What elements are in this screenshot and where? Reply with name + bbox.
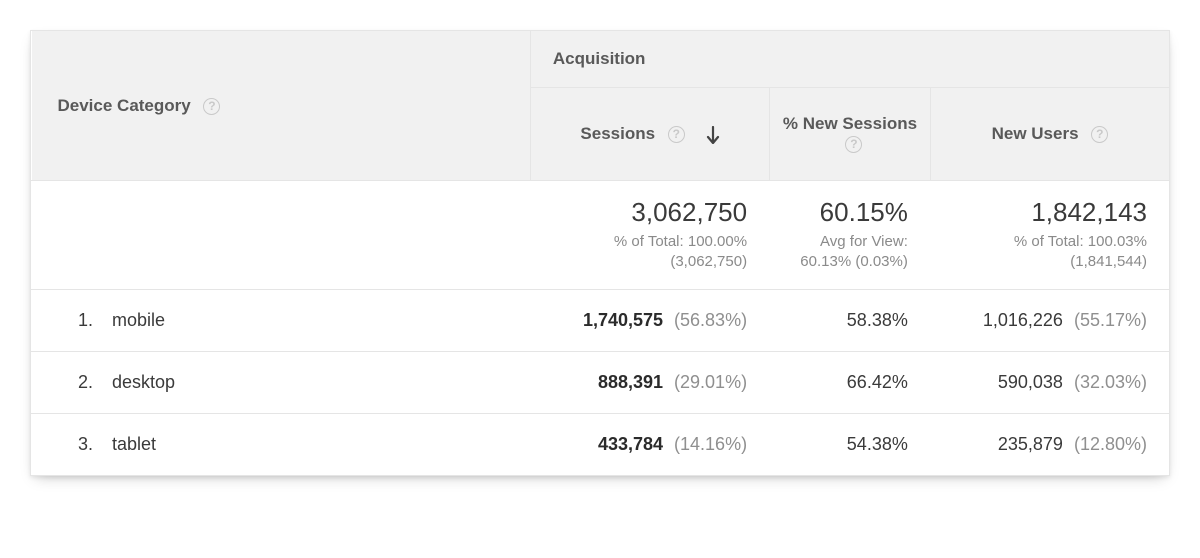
summary-new-users-sub2: (1,841,544) [941, 252, 1147, 272]
row-new-users: 1,016,226 (55.17%) [930, 289, 1169, 351]
table-row[interactable]: 2. desktop 888,391 (29.01%) 66.42% 590,0… [32, 351, 1170, 413]
col-header-device-category[interactable]: Device Category ? [32, 31, 531, 181]
row-sessions: 1,740,575 (56.83%) [530, 289, 769, 351]
summary-pct-new-value: 60.15% [780, 197, 908, 228]
col-header-new-users-label: New Users [992, 124, 1079, 143]
table-row[interactable]: 1. mobile 1,740,575 (56.83%) 58.38% 1,01… [32, 289, 1170, 351]
summary-new-users-value: 1,842,143 [941, 197, 1147, 228]
summary-blank [32, 181, 531, 290]
col-header-device-category-label: Device Category [58, 96, 191, 115]
help-icon[interactable]: ? [1091, 126, 1108, 143]
row-sessions-pct: (14.16%) [674, 434, 747, 454]
summary-new-users-sub1: % of Total: 100.03% [941, 232, 1147, 252]
col-header-pct-new-sessions-label: % New Sessions [783, 114, 917, 133]
summary-sessions-sub1: % of Total: 100.00% [541, 232, 747, 252]
row-new-users-value: 590,038 [998, 372, 1063, 392]
row-index: 1. [32, 289, 102, 351]
summary-pct-new-sub2: 60.13% (0.03%) [780, 252, 908, 272]
row-sessions-pct: (56.83%) [674, 310, 747, 330]
table-row[interactable]: 3. tablet 433,784 (14.16%) 54.38% 235,87… [32, 413, 1170, 475]
summary-sessions-sub2: (3,062,750) [541, 252, 747, 272]
row-new-users-pct: (55.17%) [1074, 310, 1147, 330]
row-new-users: 235,879 (12.80%) [930, 413, 1169, 475]
col-header-new-users[interactable]: New Users ? [930, 88, 1169, 181]
help-icon[interactable]: ? [845, 136, 862, 153]
row-sessions: 433,784 (14.16%) [530, 413, 769, 475]
col-group-acquisition: Acquisition [530, 31, 1169, 88]
col-header-pct-new-sessions[interactable]: % New Sessions ? [770, 88, 931, 181]
summary-sessions-value: 3,062,750 [541, 197, 747, 228]
summary-new-users: 1,842,143 % of Total: 100.03% (1,841,544… [930, 181, 1169, 290]
row-sessions-pct: (29.01%) [674, 372, 747, 392]
row-device-name: tablet [102, 413, 531, 475]
row-pct-new: 66.42% [770, 351, 931, 413]
summary-pct-new-sub1: Avg for View: [780, 232, 908, 252]
row-pct-new: 54.38% [770, 413, 931, 475]
row-new-users-value: 1,016,226 [983, 310, 1063, 330]
row-sessions-value: 888,391 [598, 372, 663, 392]
row-device-name: desktop [102, 351, 531, 413]
row-new-users: 590,038 (32.03%) [930, 351, 1169, 413]
summary-pct-new: 60.15% Avg for View: 60.13% (0.03%) [770, 181, 931, 290]
help-icon[interactable]: ? [203, 98, 220, 115]
col-header-sessions-label: Sessions [580, 124, 655, 143]
row-index: 2. [32, 351, 102, 413]
device-category-table: Device Category ? Acquisition Sessions ?… [31, 31, 1169, 475]
summary-sessions: 3,062,750 % of Total: 100.00% (3,062,750… [530, 181, 769, 290]
analytics-table-card: Device Category ? Acquisition Sessions ?… [30, 30, 1170, 476]
row-sessions: 888,391 (29.01%) [530, 351, 769, 413]
row-device-name: mobile [102, 289, 531, 351]
help-icon[interactable]: ? [668, 126, 685, 143]
row-new-users-pct: (32.03%) [1074, 372, 1147, 392]
row-new-users-value: 235,879 [998, 434, 1063, 454]
row-index: 3. [32, 413, 102, 475]
sort-desc-icon[interactable] [706, 126, 720, 144]
row-sessions-value: 433,784 [598, 434, 663, 454]
col-header-sessions[interactable]: Sessions ? [530, 88, 769, 181]
row-new-users-pct: (12.80%) [1074, 434, 1147, 454]
col-group-acquisition-label: Acquisition [553, 49, 646, 68]
row-sessions-value: 1,740,575 [583, 310, 663, 330]
row-pct-new: 58.38% [770, 289, 931, 351]
summary-row: 3,062,750 % of Total: 100.00% (3,062,750… [32, 181, 1170, 290]
